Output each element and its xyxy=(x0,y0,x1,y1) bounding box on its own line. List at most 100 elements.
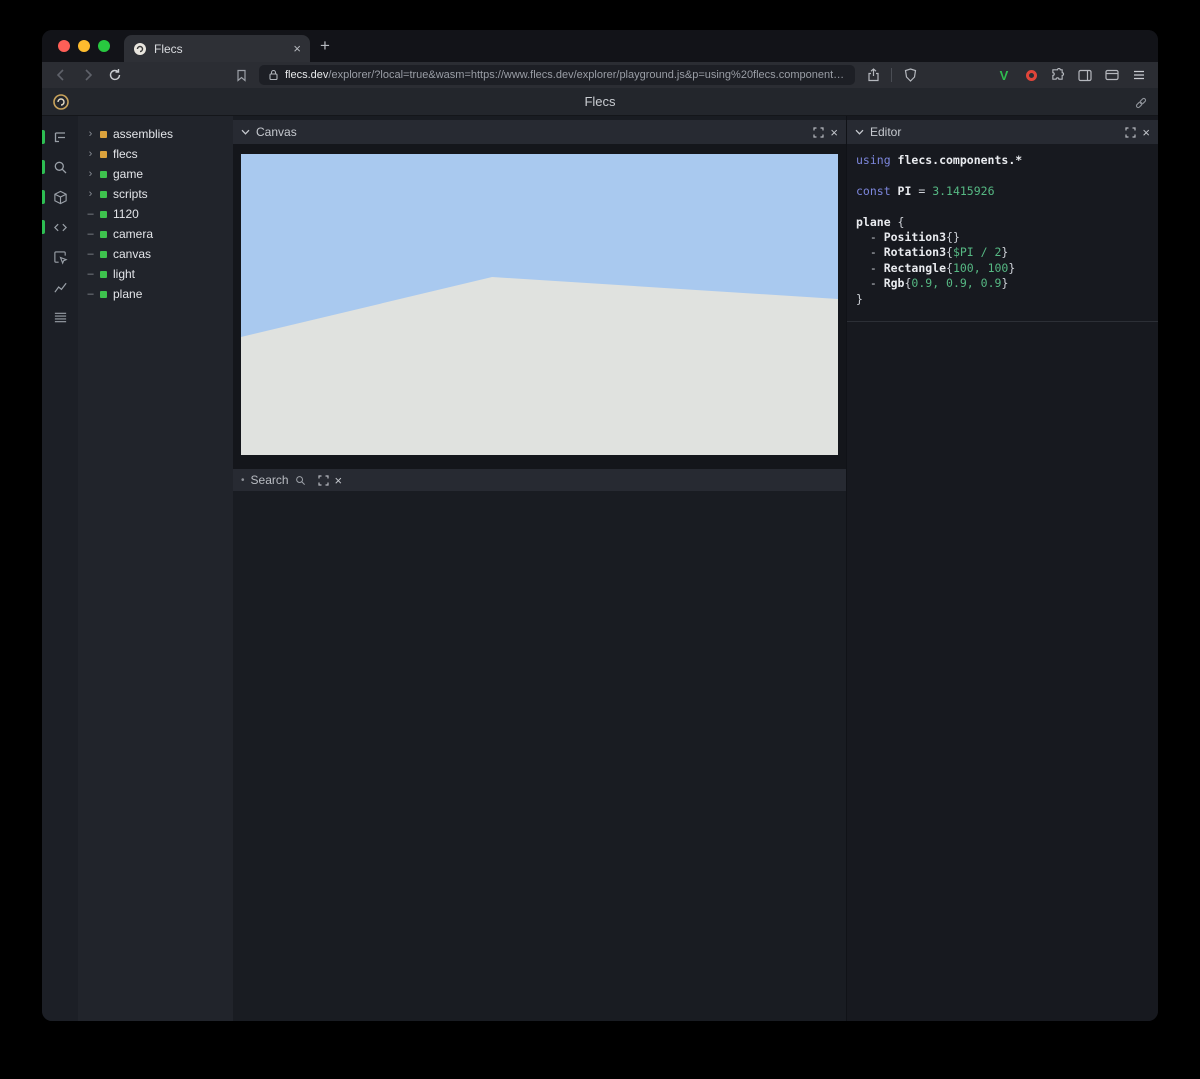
record-extension-icon[interactable] xyxy=(1022,66,1040,84)
lock-icon xyxy=(268,69,279,81)
canvas-panel-title: Canvas xyxy=(256,125,297,139)
tree-item-scripts[interactable]: › scripts xyxy=(78,184,233,204)
back-button[interactable] xyxy=(52,66,70,84)
leaf-dash-icon: – xyxy=(87,268,94,280)
wallet-button[interactable] xyxy=(1103,66,1121,84)
url-text: flecs.dev/explorer/?local=true&wasm=http… xyxy=(285,69,844,81)
wallet-card-icon xyxy=(1105,69,1119,81)
share-button[interactable] xyxy=(864,66,882,84)
tree-item-label: canvas xyxy=(113,247,151,261)
rail-inspect-button[interactable] xyxy=(42,246,78,268)
main-column: Canvas × • Search × xyxy=(233,116,846,1021)
share-icon xyxy=(867,68,880,82)
shield-icon xyxy=(904,68,917,82)
code-line: plane { xyxy=(856,215,1154,230)
brave-shield-button[interactable] xyxy=(901,66,919,84)
canvas-panel-header: Canvas × xyxy=(233,120,846,144)
sidebar-toggle-button[interactable] xyxy=(1076,66,1094,84)
entity-type-square xyxy=(100,251,107,258)
menu-button[interactable] xyxy=(1130,66,1148,84)
rail-entities-button[interactable] xyxy=(42,186,78,208)
rail-rows-button[interactable] xyxy=(42,306,78,328)
entity-type-square xyxy=(100,131,107,138)
forward-button[interactable] xyxy=(79,66,97,84)
tree-item-assemblies[interactable]: › assemblies xyxy=(78,124,233,144)
chevron-right-icon[interactable]: › xyxy=(87,128,94,140)
puzzle-icon xyxy=(1051,68,1065,82)
chevron-right-icon[interactable]: › xyxy=(87,168,94,180)
chevron-right-icon[interactable]: › xyxy=(87,188,94,200)
tree-item-light[interactable]: –light xyxy=(78,264,233,284)
expand-icon[interactable] xyxy=(1125,127,1136,138)
leaf-dash-icon: – xyxy=(87,208,94,220)
browser-window: Flecs × + flecs.dev/explorer/?local=true… xyxy=(42,30,1158,1021)
permalink-button[interactable] xyxy=(1134,96,1148,110)
code-line: - Position3{} xyxy=(856,230,1154,245)
tree-item-label: flecs xyxy=(113,147,138,161)
address-bar[interactable]: flecs.dev/explorer/?local=true&wasm=http… xyxy=(259,65,855,85)
canvas-panel: Canvas × xyxy=(233,120,846,469)
code-icon xyxy=(53,220,68,235)
entity-type-square xyxy=(100,171,107,178)
code-line: } xyxy=(856,292,1154,307)
expand-icon[interactable] xyxy=(318,475,329,486)
tree-item-plane[interactable]: – plane xyxy=(78,284,233,304)
search-icon xyxy=(295,475,306,486)
leaf-dash-icon: – xyxy=(87,248,94,260)
canvas-close-icon[interactable]: × xyxy=(830,126,838,139)
bookmark-icon xyxy=(235,69,248,82)
zoom-window-button[interactable] xyxy=(98,40,110,52)
app-header: Flecs xyxy=(42,88,1158,116)
flecs-logo xyxy=(52,93,70,111)
url-domain: flecs.dev xyxy=(285,69,328,81)
close-window-button[interactable] xyxy=(58,40,70,52)
search-close-icon[interactable]: × xyxy=(335,474,343,487)
leaf-dash-icon: – xyxy=(87,288,94,300)
hamburger-menu-icon xyxy=(1132,69,1146,81)
editor-panel-title: Editor xyxy=(870,125,901,139)
chevron-right-icon[interactable]: › xyxy=(87,148,94,160)
chevron-down-icon[interactable] xyxy=(241,129,250,135)
tree-item-label: plane xyxy=(113,287,142,301)
search-panel-header[interactable]: • Search × xyxy=(233,469,846,491)
tree-item-canvas[interactable]: – canvas xyxy=(78,244,233,264)
tab-close-icon[interactable]: × xyxy=(293,42,301,55)
flecs-favicon xyxy=(133,42,147,56)
entity-type-square xyxy=(100,191,107,198)
inspect-cursor-icon xyxy=(53,250,68,265)
expand-icon[interactable] xyxy=(813,127,824,138)
vimium-extension-icon[interactable]: V xyxy=(995,66,1013,84)
entity-type-square xyxy=(100,271,107,278)
rail-hierarchy-button[interactable] xyxy=(42,126,78,148)
tree-item-label: assemblies xyxy=(113,127,173,141)
forward-icon xyxy=(81,68,95,82)
main-empty-area xyxy=(233,491,846,1021)
code-line: const PI = 3.1415926 xyxy=(856,184,1154,199)
chevron-down-icon[interactable] xyxy=(855,129,864,135)
leaf-dash-icon: – xyxy=(87,228,94,240)
tree-item-1120[interactable]: – 1120 xyxy=(78,204,233,224)
rail-code-button[interactable] xyxy=(42,216,78,238)
canvas-viewport[interactable] xyxy=(241,154,838,455)
extensions-button[interactable] xyxy=(1049,66,1067,84)
bookmark-button[interactable] xyxy=(232,66,250,84)
tree-item-label: scripts xyxy=(113,187,148,201)
new-tab-button[interactable]: + xyxy=(310,36,342,62)
url-path: /explorer/?local=true&wasm=https://www.f… xyxy=(328,69,844,81)
tree-item-label: 1120 xyxy=(113,207,139,221)
reload-button[interactable] xyxy=(106,66,124,84)
search-dot-icon: • xyxy=(241,475,245,486)
rail-search-button[interactable] xyxy=(42,156,78,178)
package-icon xyxy=(53,190,68,205)
tree-item-game[interactable]: ›game xyxy=(78,164,233,184)
tree-item-camera[interactable]: –camera xyxy=(78,224,233,244)
minimize-window-button[interactable] xyxy=(78,40,90,52)
editor-close-icon[interactable]: × xyxy=(1142,126,1150,139)
reload-icon xyxy=(108,68,122,82)
editor-panel-header: Editor × xyxy=(847,120,1158,144)
app-body: ›assemblies›flecs›game›scripts–1120–came… xyxy=(42,116,1158,1021)
rail-stats-button[interactable] xyxy=(42,276,78,298)
tab-flecs[interactable]: Flecs × xyxy=(124,35,310,62)
tree-item-flecs[interactable]: › flecs xyxy=(78,144,233,164)
code-editor[interactable]: using flecs.components.* const PI = 3.14… xyxy=(847,144,1158,313)
